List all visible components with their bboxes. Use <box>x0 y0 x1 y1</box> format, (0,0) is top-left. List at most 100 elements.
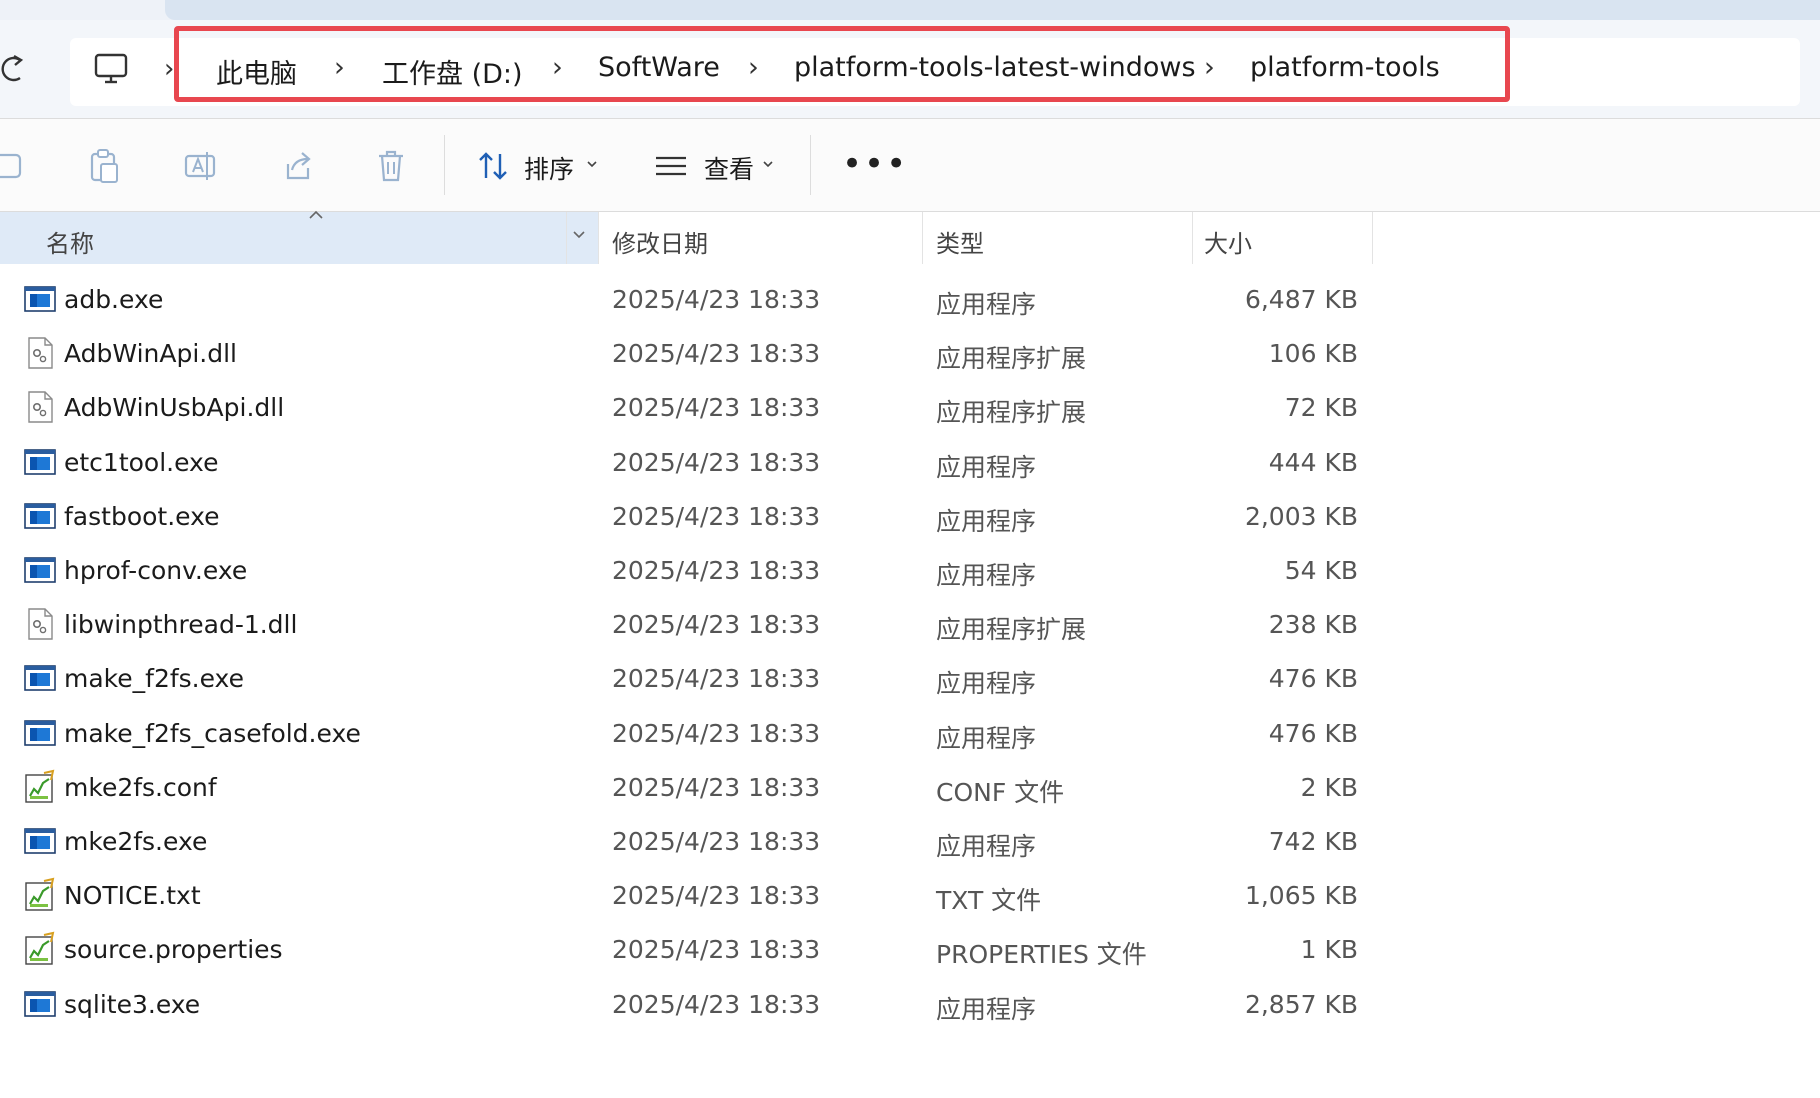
file-name[interactable]: make_f2fs_casefold.exe <box>64 719 361 748</box>
file-name[interactable]: AdbWinUsbApi.dll <box>64 393 284 422</box>
sort-button[interactable]: 排序 <box>524 150 574 186</box>
file-row[interactable]: make_f2fs.exe 2025/4/23 18:33 应用程序 476 KB <box>0 651 1380 707</box>
file-row[interactable]: source.properties 2025/4/23 18:33 PROPERTI… <box>0 922 1380 978</box>
sort-icon[interactable] <box>476 148 510 184</box>
breadcrumb-item-drive-d[interactable]: 工作盘 (D:) <box>382 52 523 91</box>
file-date: 2025/4/23 18:33 <box>612 881 821 911</box>
file-name[interactable]: fastboot.exe <box>64 502 220 531</box>
chevron-right-icon[interactable]: › <box>1204 52 1215 83</box>
file-date: 2025/4/23 18:33 <box>612 827 821 856</box>
file-size: 2,857 KB <box>1244 989 1358 1019</box>
file-dll-icon <box>22 606 58 642</box>
toolbar-divider <box>810 135 811 195</box>
file-row[interactable]: AdbWinApi.dll 2025/4/23 18:33 应用程序扩展 106 KB <box>0 326 1380 382</box>
breadcrumb-item-software[interactable]: SoftWare <box>598 52 720 83</box>
file-row[interactable]: NOTICE.txt 2025/4/23 18:33 TXT 文件 1,065 KB <box>0 868 1380 924</box>
file-name[interactable]: hprof-conv.exe <box>64 556 247 585</box>
file-size: 444 KB <box>1268 447 1358 477</box>
file-name[interactable]: AdbWinApi.dll <box>64 339 237 368</box>
active-tab[interactable] <box>165 0 1820 20</box>
file-type: 应用程序 <box>936 994 1037 1024</box>
tab-strip <box>0 0 1820 20</box>
file-size: 1,065 KB <box>1244 881 1358 911</box>
copy-icon[interactable] <box>0 148 34 184</box>
column-header-type[interactable]: 类型 <box>936 224 984 259</box>
more-options-button[interactable]: ••• <box>842 144 908 184</box>
rename-icon[interactable] <box>183 148 217 184</box>
file-size: 54 KB <box>1284 556 1358 585</box>
this-pc-icon[interactable] <box>92 50 130 88</box>
file-row[interactable]: sqlite3.exe 2025/4/23 18:33 应用程序 2,857 KB <box>0 977 1380 1033</box>
header-divider <box>1192 212 1193 264</box>
file-row[interactable]: etc1tool.exe 2025/4/23 18:33 应用程序 444 KB <box>0 435 1380 491</box>
file-date: 2025/4/23 18:33 <box>612 393 821 423</box>
file-dll-icon <box>22 335 58 371</box>
file-date: 2025/4/23 18:33 <box>612 664 821 694</box>
file-type: CONF 文件 <box>936 777 1065 807</box>
file-type: 应用程序扩展 <box>936 344 1087 374</box>
file-row[interactable]: adb.exe 2025/4/23 18:33 应用程序 6,487 KB <box>0 272 1380 328</box>
file-name[interactable]: adb.exe <box>64 285 163 314</box>
toolbar-divider <box>444 135 445 195</box>
file-date: 2025/4/23 18:33 <box>612 989 821 1019</box>
column-header-date[interactable]: 修改日期 <box>612 224 708 259</box>
file-name[interactable]: libwinpthread-1.dll <box>64 610 297 639</box>
file-row[interactable]: fastboot.exe 2025/4/23 18:33 应用程序 2,003 KB <box>0 489 1380 545</box>
chevron-right-icon[interactable]: › <box>164 54 174 84</box>
file-type: TXT 文件 <box>936 886 1042 916</box>
file-exe-icon <box>22 823 58 859</box>
paste-icon[interactable] <box>88 148 122 184</box>
file-size: 476 KB <box>1268 664 1358 694</box>
file-row[interactable]: mke2fs.exe 2025/4/23 18:33 应用程序 742 KB <box>0 814 1380 870</box>
file-row[interactable]: make_f2fs_casefold.exe 2025/4/23 18:33 应用程… <box>0 706 1380 762</box>
view-list-icon[interactable] <box>654 148 688 184</box>
file-text-icon <box>22 769 58 805</box>
column-header-size[interactable]: 大小 <box>1204 224 1252 259</box>
file-name[interactable]: mke2fs.exe <box>64 827 207 856</box>
file-row[interactable]: hprof-conv.exe 2025/4/23 18:33 应用程序 54 KB <box>0 543 1380 599</box>
breadcrumb-item-platform-tools[interactable]: platform-tools <box>1250 52 1440 83</box>
chevron-down-icon[interactable] <box>762 158 774 170</box>
file-row[interactable]: mke2fs.conf 2025/4/23 18:33 CONF 文件 2 KB <box>0 760 1380 816</box>
chevron-down-icon[interactable] <box>586 158 598 170</box>
refresh-icon[interactable] <box>0 48 30 88</box>
file-date: 2025/4/23 18:33 <box>612 610 821 640</box>
share-icon[interactable] <box>280 148 314 184</box>
file-name[interactable]: mke2fs.conf <box>64 773 217 802</box>
chevron-right-icon[interactable]: › <box>334 52 345 83</box>
file-date: 2025/4/23 18:33 <box>612 556 821 585</box>
file-name[interactable]: make_f2fs.exe <box>64 664 244 693</box>
chevron-right-icon[interactable]: › <box>552 52 563 83</box>
file-size: 1 KB <box>1300 935 1358 965</box>
chevron-down-icon[interactable] <box>572 230 586 240</box>
file-name[interactable]: source.properties <box>64 935 283 964</box>
file-date: 2025/4/23 18:33 <box>612 447 821 477</box>
file-name[interactable]: NOTICE.txt <box>64 881 201 910</box>
file-name[interactable]: sqlite3.exe <box>64 990 200 1019</box>
file-exe-icon <box>22 498 58 534</box>
view-button[interactable]: 查看 <box>704 150 754 186</box>
breadcrumb-item-platform-tools-latest-windows[interactable]: platform-tools-latest-windows <box>794 52 1196 83</box>
file-type: 应用程序 <box>936 452 1037 482</box>
file-name[interactable]: etc1tool.exe <box>64 448 218 477</box>
header-divider <box>598 212 599 264</box>
breadcrumb-item-this-pc[interactable]: 此电脑 <box>216 52 297 91</box>
delete-icon[interactable] <box>374 148 408 184</box>
file-date: 2025/4/23 18:33 <box>612 339 821 369</box>
file-exe-icon <box>22 660 58 696</box>
file-type: 应用程序 <box>936 832 1037 861</box>
header-divider <box>922 212 923 264</box>
file-row[interactable]: libwinpthread-1.dll 2025/4/23 18:33 应用程序扩展… <box>0 597 1380 653</box>
file-size: 2,003 KB <box>1244 501 1358 531</box>
file-type: 应用程序 <box>936 290 1037 319</box>
file-exe-icon <box>22 986 58 1022</box>
column-header-name[interactable]: 名称 <box>46 224 94 259</box>
file-exe-icon <box>22 281 58 317</box>
sort-ascending-icon <box>309 210 323 219</box>
file-size: 6,487 KB <box>1244 285 1358 314</box>
file-exe-icon <box>22 552 58 588</box>
chevron-right-icon[interactable]: › <box>748 52 759 83</box>
file-type: 应用程序 <box>936 561 1037 590</box>
file-row[interactable]: AdbWinUsbApi.dll 2025/4/23 18:33 应用程序扩展 72 … <box>0 380 1380 436</box>
file-exe-icon <box>22 444 58 480</box>
